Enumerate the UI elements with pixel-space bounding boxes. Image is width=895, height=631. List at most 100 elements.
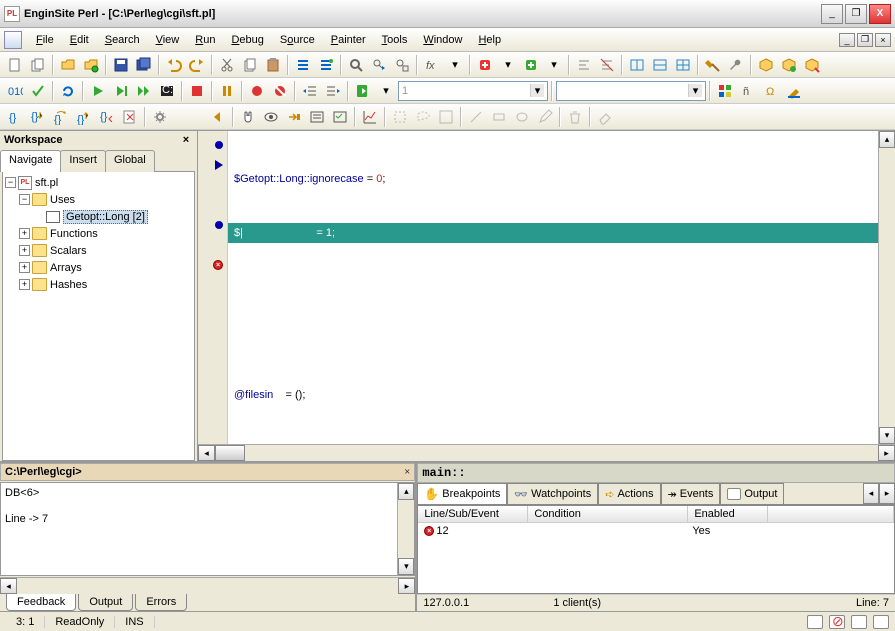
save-all-icon[interactable]	[133, 54, 155, 76]
char-icon[interactable]: ñ	[737, 80, 759, 102]
tree-view[interactable]: −PLsft.pl −Uses Getopt::Long [2] +Functi…	[2, 171, 195, 461]
color-icon[interactable]	[783, 80, 805, 102]
status-icon-4[interactable]	[873, 615, 889, 629]
menu-source[interactable]: Source	[272, 31, 323, 49]
step-icon[interactable]: {}	[4, 106, 26, 128]
box1-icon[interactable]	[755, 54, 777, 76]
breakpoint-marker-2[interactable]	[215, 221, 223, 229]
find-icon[interactable]	[345, 54, 367, 76]
step-x-icon[interactable]	[119, 106, 141, 128]
workspace-close-icon[interactable]: ×	[179, 133, 193, 147]
chart-icon[interactable]	[359, 106, 381, 128]
new-file-icon[interactable]	[4, 54, 26, 76]
open-recent-icon[interactable]	[80, 54, 102, 76]
tab-global[interactable]: Global	[105, 150, 155, 172]
tab-nav-left[interactable]: ◂	[863, 483, 879, 504]
tree-uses[interactable]: −Uses	[5, 191, 192, 208]
redo-icon[interactable]	[186, 54, 208, 76]
red-dd-icon[interactable]: ▾	[497, 54, 519, 76]
mdi-restore[interactable]: ❐	[857, 33, 873, 47]
replace-icon[interactable]	[391, 54, 413, 76]
line-icon[interactable]	[465, 106, 487, 128]
col-enabled[interactable]: Enabled	[688, 506, 768, 522]
add-red-icon[interactable]	[474, 54, 496, 76]
error-breakpoint-icon[interactable]: ×	[213, 260, 223, 270]
outdent-icon[interactable]	[299, 80, 321, 102]
split-4-icon[interactable]	[672, 54, 694, 76]
watch-icon[interactable]	[260, 106, 282, 128]
box3-icon[interactable]	[801, 54, 823, 76]
tree-functions[interactable]: +Functions	[5, 225, 192, 242]
gear-icon[interactable]	[149, 106, 171, 128]
hammer-icon[interactable]	[702, 54, 724, 76]
run-fast-icon[interactable]	[133, 80, 155, 102]
eraser-icon[interactable]	[594, 106, 616, 128]
step-in-icon[interactable]: {}	[27, 106, 49, 128]
green-dd-icon[interactable]: ▾	[543, 54, 565, 76]
menu-painter[interactable]: Painter	[323, 31, 374, 49]
tab-breakpoints[interactable]: ✋Breakpoints	[417, 483, 507, 504]
menu-debug[interactable]: Debug	[223, 31, 271, 49]
mdi-minimize[interactable]: _	[839, 33, 855, 47]
tree-arrays[interactable]: +Arrays	[5, 259, 192, 276]
minimize-button[interactable]: _	[821, 4, 843, 24]
tab-feedback[interactable]: Feedback	[6, 594, 76, 611]
tab-navigate[interactable]: Navigate	[0, 150, 61, 172]
new-multi-icon[interactable]	[27, 54, 49, 76]
maximize-button[interactable]: ❐	[845, 4, 867, 24]
menu-run[interactable]: Run	[187, 31, 223, 49]
status-icon-1[interactable]	[807, 615, 823, 629]
palette-icon[interactable]	[714, 80, 736, 102]
tab-errors[interactable]: Errors	[135, 594, 187, 611]
step-ret-icon[interactable]: {}	[96, 106, 118, 128]
output-hscroll[interactable]: ◂▸	[0, 577, 415, 594]
hand-icon[interactable]	[237, 106, 259, 128]
pause-icon[interactable]	[216, 80, 238, 102]
breakpoint-marker[interactable]	[215, 141, 223, 149]
menu-view[interactable]: View	[148, 31, 188, 49]
col-condition[interactable]: Condition	[528, 506, 688, 522]
menu-window[interactable]: Window	[415, 31, 470, 49]
editor-gutter[interactable]: ×	[198, 131, 228, 444]
step-out-icon[interactable]: {}	[73, 106, 95, 128]
rect-icon[interactable]	[488, 106, 510, 128]
run-to-icon[interactable]	[110, 80, 132, 102]
split-v-icon[interactable]	[649, 54, 671, 76]
ellipse-icon[interactable]	[511, 106, 533, 128]
output-body[interactable]: DB<6> Line -> 7 ▴▾	[0, 482, 415, 576]
open-icon[interactable]	[57, 54, 79, 76]
code-view[interactable]: $Getopt::Long::ignorecase = 0; $| = 1; @…	[228, 131, 895, 444]
menu-file[interactable]: File	[28, 31, 62, 49]
output-icon[interactable]	[329, 106, 351, 128]
tab-insert[interactable]: Insert	[60, 150, 106, 172]
console-icon[interactable]: C:\	[156, 80, 178, 102]
action-icon[interactable]	[283, 106, 305, 128]
menu-help[interactable]: Help	[470, 31, 509, 49]
comment-icon[interactable]	[573, 54, 595, 76]
goto-dd-icon[interactable]: ▾	[375, 80, 397, 102]
breakpoint-row[interactable]: ×12 Yes	[418, 523, 894, 539]
save-icon[interactable]	[110, 54, 132, 76]
output-close-icon[interactable]: ×	[404, 466, 410, 478]
sel-rect-icon[interactable]	[389, 106, 411, 128]
check-icon[interactable]	[27, 80, 49, 102]
uncomment-icon[interactable]	[596, 54, 618, 76]
mdi-close[interactable]: ×	[875, 33, 891, 47]
fx-dd-icon[interactable]: ▾	[444, 54, 466, 76]
tree-scalars[interactable]: +Scalars	[5, 242, 192, 259]
status-icon-3[interactable]	[851, 615, 867, 629]
find-next-icon[interactable]	[368, 54, 390, 76]
add-green-icon[interactable]	[520, 54, 542, 76]
tab-events[interactable]: ↠Events	[661, 483, 721, 504]
cut-icon[interactable]	[216, 54, 238, 76]
step-over-icon[interactable]: {}	[50, 106, 72, 128]
menu-edit[interactable]: Edit	[62, 31, 97, 49]
output-vscroll[interactable]: ▴▾	[397, 483, 414, 575]
undo-icon[interactable]	[163, 54, 185, 76]
search-combo-1[interactable]: 1▾	[398, 81, 548, 101]
split-h-icon[interactable]	[626, 54, 648, 76]
sel-free-icon[interactable]	[412, 106, 434, 128]
refresh-icon[interactable]	[57, 80, 79, 102]
list-icon[interactable]	[292, 54, 314, 76]
copy-icon[interactable]	[239, 54, 261, 76]
